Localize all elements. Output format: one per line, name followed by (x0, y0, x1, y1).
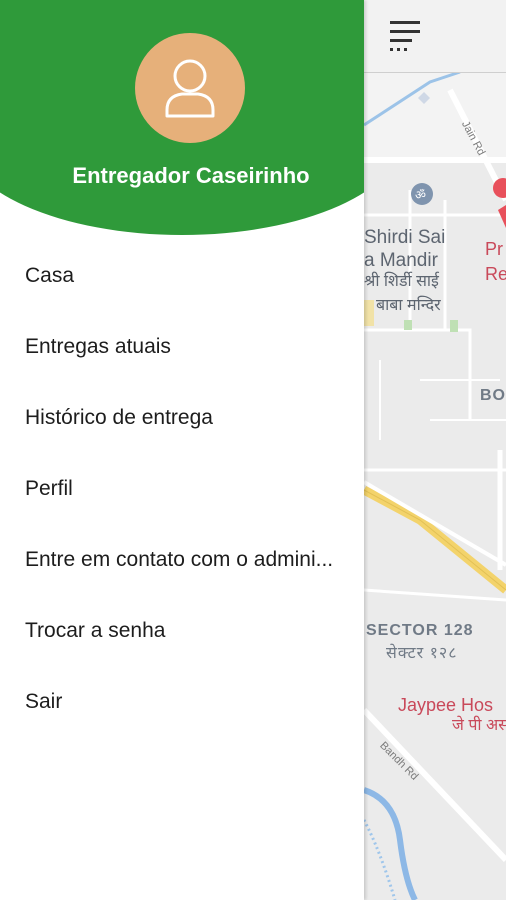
user-icon (165, 59, 215, 118)
app-bar (364, 0, 506, 73)
avatar[interactable] (135, 33, 245, 143)
user-name: Entregador Caseirinho (72, 163, 310, 188)
menu-item-casa[interactable]: Casa (0, 240, 364, 311)
map-label-temple-hindi-2: बाबा मन्दिर (376, 297, 441, 314)
map-label-poi: Pr (485, 239, 503, 259)
menu-item-sair[interactable]: Sair (0, 666, 364, 737)
svg-text:ॐ: ॐ (415, 188, 426, 202)
map-label-sector-hindi: सेक्टर १२८ (386, 645, 458, 662)
map-label-hospital-hindi: जे पी अस (452, 717, 506, 734)
drawer-menu: Casa Entregas atuais Histórico de entreg… (0, 240, 364, 737)
menu-item-perfil[interactable]: Perfil (0, 453, 364, 524)
map-label-poi-2: Re (485, 264, 506, 284)
map-label-temple-2: a Mandir (364, 250, 438, 271)
map-label-bo: BO (480, 387, 506, 404)
menu-item-entregas-atuais[interactable]: Entregas atuais (0, 311, 364, 382)
map-label-temple-hindi: श्री शिर्डी साई (364, 273, 439, 290)
menu-item-historico-de-entrega[interactable]: Histórico de entrega (0, 382, 364, 453)
navigation-drawer: Entregador Caseirinho Casa Entregas atua… (0, 0, 364, 900)
menu-item-contato-admin[interactable]: Entre em contato com o admini... (0, 524, 364, 595)
menu-icon[interactable] (388, 18, 424, 54)
map-label-sector: SECTOR 128 (366, 622, 474, 639)
map-label-temple: Shirdi Sai (364, 227, 446, 248)
menu-item-trocar-senha[interactable]: Trocar a senha (0, 595, 364, 666)
map-label-hospital: Jaypee Hos (398, 695, 494, 715)
